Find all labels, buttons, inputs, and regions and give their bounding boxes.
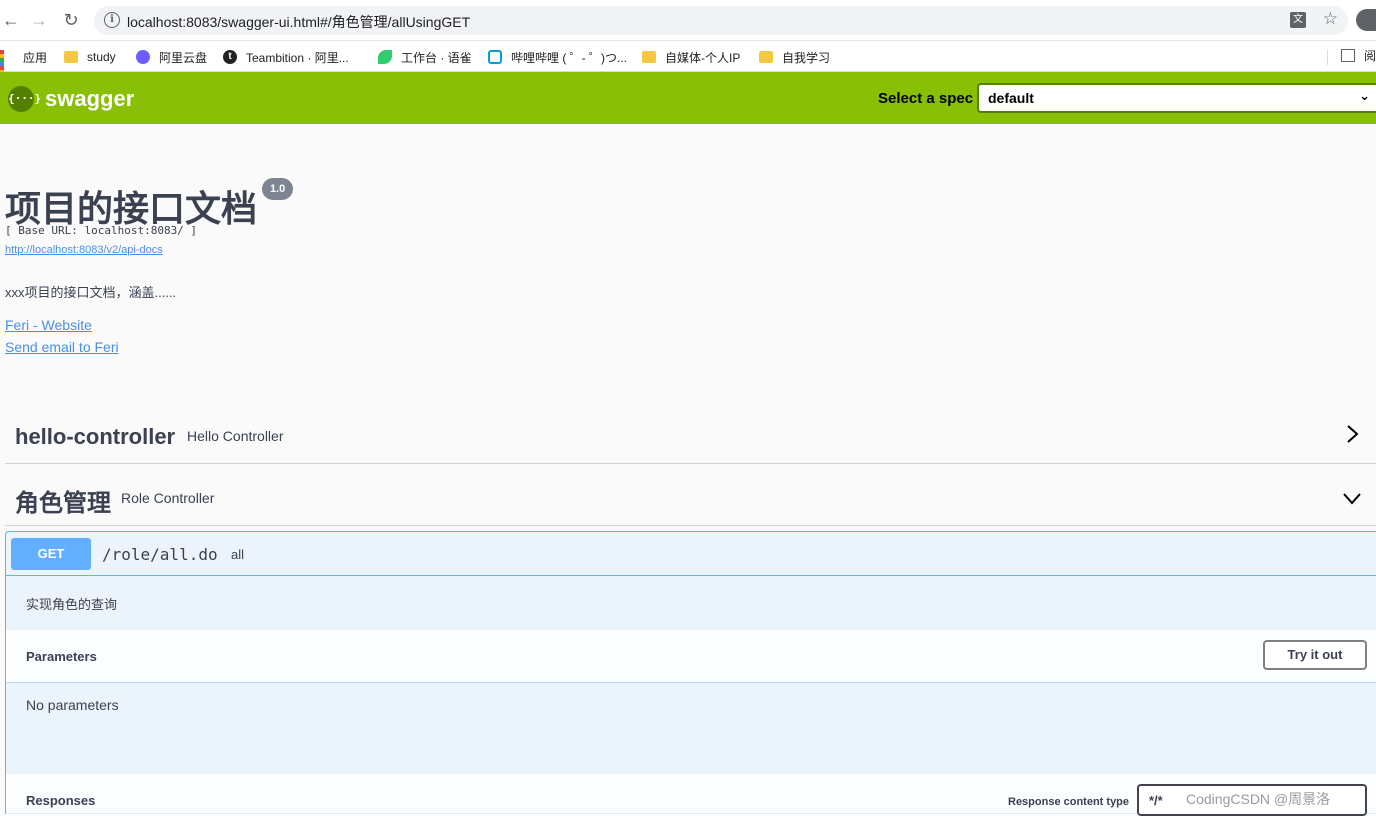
folder-icon xyxy=(642,51,656,63)
parameters-title: Parameters xyxy=(26,649,97,664)
bookmark-label: 自我学习 xyxy=(782,50,831,65)
response-content-type-value: */* xyxy=(1149,793,1163,808)
forward-arrow-icon[interactable]: → xyxy=(28,9,50,31)
operation-summary: all xyxy=(231,547,245,562)
tag-description: Hello Controller xyxy=(187,428,284,444)
tag-role-management[interactable]: 角色管理 Role Controller xyxy=(5,464,1376,526)
bookmark-apps[interactable]: 应用 xyxy=(0,47,48,86)
chevron-down-icon[interactable] xyxy=(1342,488,1362,508)
response-content-type-label: Response content type xyxy=(1008,796,1130,808)
api-docs-link[interactable]: http://localhost:8083/v2/api-docs xyxy=(5,244,163,256)
bookmarks-bar: 应用 study 阿里云盘 t Teambition · 阿里... 工作台 ·… xyxy=(0,41,1376,86)
api-description: xxx项目的接口文档，涵盖...... xyxy=(5,285,177,300)
version-badge: 1.0 xyxy=(262,178,294,200)
bookmark-label: 自媒体-个人IP xyxy=(665,50,741,65)
bookmark-label: study xyxy=(87,50,116,64)
tag-name: 角色管理 xyxy=(15,490,111,517)
swagger-logo-text[interactable]: swagger xyxy=(45,86,134,112)
implementation-notes: 实现角色的查询 xyxy=(26,597,118,612)
tag-description: Role Controller xyxy=(121,490,215,506)
bookmark-self-study[interactable]: 自我学习 xyxy=(759,47,830,67)
site-info-icon[interactable]: i xyxy=(104,12,120,28)
swagger-logo-icon[interactable]: {···} xyxy=(8,86,41,112)
bookmark-aliyun-drive[interactable]: 阿里云盘 xyxy=(136,47,207,67)
responses-title: Responses xyxy=(26,793,96,808)
browser-toolbar: ← → ↻ i localhost:8083/swagger-ui.html#/… xyxy=(0,0,1376,41)
chevron-right-icon[interactable] xyxy=(1342,424,1362,444)
bilibili-icon xyxy=(488,50,502,64)
spec-select-value: default xyxy=(988,90,1034,106)
apps-icon xyxy=(0,50,14,86)
bookmark-label: 工作台 · 语雀 xyxy=(401,50,472,65)
spec-select[interactable]: default ⌄ xyxy=(977,83,1376,113)
watermark: CodingCSDN @周景洛 xyxy=(1186,791,1331,807)
back-arrow-icon[interactable]: ← xyxy=(0,9,22,31)
bookmark-label: 应用 xyxy=(23,50,48,65)
address-bar[interactable]: i localhost:8083/swagger-ui.html#/角色管理/a… xyxy=(94,6,1348,35)
swagger-topbar: {···} swagger Select a spec default ⌄ xyxy=(0,72,1376,124)
bookmark-yuque[interactable]: 工作台 · 语雀 xyxy=(378,47,472,67)
bookmark-label: 哔哩哔哩 ( ゜- ゜)つ... xyxy=(511,50,627,65)
bookmark-study[interactable]: study xyxy=(64,47,116,67)
teambition-icon: t xyxy=(223,50,237,64)
chevron-down-icon: ⌄ xyxy=(1359,88,1370,103)
folder-icon xyxy=(64,51,78,63)
tag-name: hello-controller xyxy=(15,424,176,449)
translate-icon[interactable]: 文 xyxy=(1290,12,1306,28)
bookmark-label: Teambition · 阿里... xyxy=(246,50,349,65)
reload-icon[interactable]: ↻ xyxy=(60,9,82,31)
reading-list-icon xyxy=(1340,49,1355,62)
bookmarks-divider xyxy=(1327,49,1328,65)
tag-hello-controller[interactable]: hello-controller Hello Controller xyxy=(5,402,1376,464)
folder-icon xyxy=(759,51,773,63)
bookmark-self-media[interactable]: 自媒体-个人IP xyxy=(642,47,740,67)
bookmark-bilibili[interactable]: 哔哩哔哩 ( ゜- ゜)つ... xyxy=(488,47,627,67)
opblock-get-role-all: GET /role/all.do all 实现角色的查询 Parameters … xyxy=(5,531,1376,816)
address-url[interactable]: localhost:8083/swagger-ui.html#/角色管理/all… xyxy=(127,12,470,32)
yuque-icon xyxy=(378,50,392,64)
bookmark-teambition[interactable]: t Teambition · 阿里... xyxy=(223,47,349,67)
parameters-header: Parameters Try it out xyxy=(6,630,1376,682)
reading-list-label: 阅 xyxy=(1363,49,1376,63)
select-spec-label: Select a spec xyxy=(878,90,974,107)
bookmark-label: 阿里云盘 xyxy=(159,50,208,65)
profile-avatar-icon[interactable] xyxy=(1356,9,1376,31)
try-it-out-button[interactable]: Try it out xyxy=(1263,640,1367,670)
no-parameters-text: No parameters xyxy=(26,697,119,713)
website-link[interactable]: Feri - Website xyxy=(5,317,92,333)
divider xyxy=(6,682,1376,683)
reading-list[interactable]: 阅 xyxy=(1340,47,1376,64)
email-link[interactable]: Send email to Feri xyxy=(5,339,119,355)
opblock-summary[interactable]: GET /role/all.do all xyxy=(6,532,1376,576)
aliyun-drive-icon xyxy=(136,50,150,64)
operation-path: /role/all.do xyxy=(102,545,218,564)
base-url: [ Base URL: localhost:8083/ ] xyxy=(5,224,198,237)
responses-header: Responses Response content type */* xyxy=(6,774,1376,816)
bookmark-star-icon[interactable]: ☆ xyxy=(1323,9,1338,29)
http-method-badge: GET xyxy=(11,538,91,570)
